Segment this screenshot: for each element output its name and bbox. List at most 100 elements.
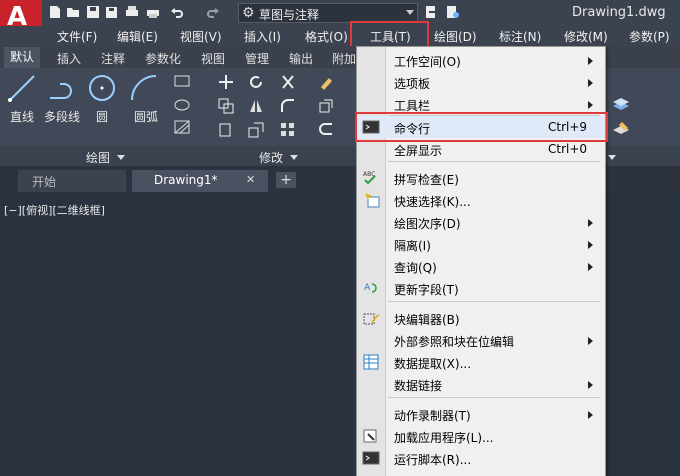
tab-parametric[interactable]: 参数化 xyxy=(145,50,181,67)
new-tab-button[interactable]: + xyxy=(276,172,296,188)
menu-parametric[interactable]: 参数(P) xyxy=(629,28,670,45)
undo-icon[interactable] xyxy=(170,5,184,19)
polyline-tool-label[interactable]: 多段线 xyxy=(44,108,80,125)
tab-view[interactable]: 视图 xyxy=(201,50,225,67)
ellipse-tool-icon[interactable] xyxy=(174,98,190,112)
share-icon[interactable] xyxy=(424,5,438,19)
open-folder-icon[interactable] xyxy=(66,5,80,19)
chevron-down-icon[interactable] xyxy=(608,155,616,160)
menu-item-data-extraction[interactable]: 数据提取(X)... xyxy=(357,351,605,373)
array-icon[interactable] xyxy=(280,122,296,138)
publish-icon[interactable] xyxy=(446,5,460,19)
menu-edit[interactable]: 编辑(E) xyxy=(117,28,158,45)
menu-item-action-recorder[interactable]: 动作录制器(T) xyxy=(357,403,605,425)
menu-item-label: 拼写检查(E) xyxy=(394,173,459,187)
menu-dimension[interactable]: 标注(N) xyxy=(499,28,541,45)
rotate-icon[interactable] xyxy=(248,74,264,90)
arc-tool-icon[interactable] xyxy=(128,72,160,104)
menu-item-label: 动作录制器(T) xyxy=(394,409,471,423)
menu-item-label: 块编辑器(B) xyxy=(394,313,460,327)
menu-item-run-script[interactable]: 运行脚本(R)... xyxy=(357,447,605,469)
menu-item-label: 外部参照和块在位编辑 xyxy=(394,335,515,349)
mirror-icon[interactable] xyxy=(248,98,264,114)
layer-properties-icon[interactable] xyxy=(612,96,630,112)
menu-item-inquiry[interactable]: 查询(Q) xyxy=(357,255,605,277)
submenu-arrow-icon xyxy=(588,57,593,65)
menu-insert[interactable]: 插入(I) xyxy=(244,28,281,45)
tab-annotate[interactable]: 注释 xyxy=(101,50,125,67)
file-tab-drawing[interactable]: Drawing1* ✕ xyxy=(132,170,268,192)
menu-item-label: 选项板 xyxy=(394,77,431,91)
arc-tool-label[interactable]: 圆弧 xyxy=(134,108,158,125)
match-layer-icon[interactable] xyxy=(612,120,630,136)
menu-item-block-editor[interactable]: 块编辑器(B) xyxy=(357,307,605,329)
submenu-arrow-icon xyxy=(588,79,593,87)
menu-item-palettes[interactable]: 选项板 xyxy=(357,71,605,93)
update-fields-icon: A xyxy=(364,283,377,293)
tools-menu-highlight xyxy=(350,21,429,49)
panel-modify-label[interactable]: 修改 xyxy=(259,149,283,166)
tab-addins[interactable]: 附加 xyxy=(332,50,356,67)
menu-file[interactable]: 文件(F) xyxy=(57,28,97,45)
menu-item-xref-in-place-edit[interactable]: 外部参照和块在位编辑 xyxy=(357,329,605,351)
new-file-icon[interactable] xyxy=(48,5,62,19)
erase-icon[interactable] xyxy=(318,74,334,90)
menu-separator xyxy=(388,397,600,398)
chevron-down-icon[interactable] xyxy=(290,155,298,160)
submenu-arrow-icon xyxy=(588,101,593,109)
menu-item-label: 数据提取(X)... xyxy=(394,357,472,371)
rectangle-tool-icon[interactable] xyxy=(174,74,190,88)
workspace-selector[interactable]: ⚙ 草图与注释 xyxy=(238,3,418,23)
polyline-tool-icon[interactable] xyxy=(46,72,78,104)
menu-item-spell-check[interactable]: ABC 拼写检查(E) xyxy=(357,167,605,189)
chevron-down-icon[interactable] xyxy=(117,155,125,160)
file-tab-start-label: 开始 xyxy=(32,175,57,189)
panel-draw-label[interactable]: 绘图 xyxy=(86,149,110,166)
explode-icon[interactable] xyxy=(318,98,334,114)
menu-item-data-links[interactable]: 数据链接 xyxy=(357,373,605,395)
trim-icon[interactable] xyxy=(280,74,296,90)
menu-item-quick-select[interactable]: 快速选择(K)... xyxy=(357,189,605,211)
save-as-icon[interactable] xyxy=(105,5,119,19)
line-tool-icon[interactable] xyxy=(6,72,38,104)
menu-format[interactable]: 格式(O) xyxy=(305,28,348,45)
workspace-name: 草图与注释 xyxy=(259,8,320,22)
file-tab-drawing-label: Drawing1* xyxy=(154,173,218,187)
menu-item-update-fields[interactable]: A 更新字段(T) xyxy=(357,277,605,299)
viewport-controls[interactable]: [−][俯视][二维线框] xyxy=(4,202,105,218)
redo-icon[interactable] xyxy=(206,5,220,19)
save-icon[interactable] xyxy=(86,5,100,19)
document-title: Drawing1.dwg xyxy=(572,5,666,20)
menu-modify[interactable]: 修改(M) xyxy=(564,28,608,45)
file-tab-start[interactable]: 开始 xyxy=(18,170,126,192)
tab-insert[interactable]: 插入 xyxy=(57,50,81,67)
plot-print-icon[interactable] xyxy=(125,5,139,19)
printer-icon[interactable] xyxy=(146,5,160,19)
menu-item-load-application[interactable]: 加载应用程序(L)... xyxy=(357,425,605,447)
tab-output[interactable]: 输出 xyxy=(289,50,313,67)
tab-manage[interactable]: 管理 xyxy=(245,50,269,67)
menu-item-workspaces[interactable]: 工作空间(O) xyxy=(357,49,605,71)
close-icon[interactable]: ✕ xyxy=(246,173,255,186)
menu-item-draw-order[interactable]: 绘图次序(D) xyxy=(357,211,605,233)
circle-tool-label[interactable]: 圆 xyxy=(96,108,108,125)
menu-view[interactable]: 视图(V) xyxy=(180,28,222,45)
line-tool-label[interactable]: 直线 xyxy=(10,108,34,125)
copy-icon[interactable] xyxy=(218,98,234,114)
tab-default[interactable]: 默认 xyxy=(4,47,40,68)
submenu-arrow-icon xyxy=(588,241,593,249)
hatch-tool-icon[interactable] xyxy=(174,120,190,134)
move-icon[interactable] xyxy=(218,74,234,90)
stretch-icon[interactable] xyxy=(218,122,234,138)
menu-item-isolate[interactable]: 隔离(I) xyxy=(357,233,605,255)
quick-select-icon xyxy=(365,193,380,208)
menu-item-label: 绘图次序(D) xyxy=(394,217,461,231)
fillet-icon[interactable] xyxy=(280,98,296,114)
offset-icon[interactable] xyxy=(318,122,334,138)
submenu-arrow-icon xyxy=(588,411,593,419)
circle-tool-icon[interactable] xyxy=(86,72,118,104)
menu-item-label: 工作空间(O) xyxy=(394,55,461,69)
scale-icon[interactable] xyxy=(248,122,264,138)
menu-draw[interactable]: 绘图(D) xyxy=(434,28,477,45)
svg-text:A: A xyxy=(364,283,371,293)
